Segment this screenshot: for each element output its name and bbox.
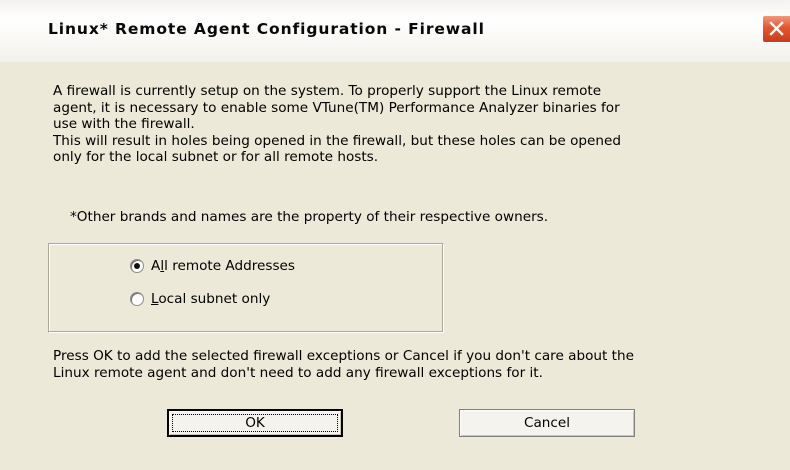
cancel-button[interactable]: Cancel: [459, 409, 635, 437]
radio-all-remote-addresses[interactable]: All remote Addresses: [130, 257, 295, 275]
radio-label-all-remote-addresses: All remote Addresses: [151, 258, 295, 274]
cancel-button-label: Cancel: [523, 415, 571, 431]
instructions-text: Press OK to add the selected firewall ex…: [53, 348, 634, 381]
instructions-line: Press OK to add the selected firewall ex…: [53, 348, 634, 364]
radio-button-checked[interactable]: [130, 259, 144, 273]
title-bar[interactable]: Linux* Remote Agent Configuration - Fire…: [0, 0, 790, 62]
instructions-line: Linux remote agent and don't need to add…: [53, 364, 543, 381]
intro-line: agent, it is necessary to enable some VT…: [53, 99, 620, 116]
ok-button[interactable]: OK: [167, 409, 343, 437]
dialog-body: A firewall is currently setup on the sys…: [0, 62, 790, 470]
radio-local-subnet-only[interactable]: Local subnet only: [130, 290, 270, 308]
mnemonic-l: l: [160, 258, 165, 274]
mnemonic-L: L: [151, 291, 159, 307]
focus-rectangle: [172, 414, 338, 432]
trademark-note: *Other brands and names are the property…: [70, 209, 549, 225]
window-title: Linux* Remote Agent Configuration - Fire…: [48, 20, 485, 38]
intro-text: A firewall is currently setup on the sys…: [53, 83, 621, 166]
intro-line: This will result in holes being opened i…: [53, 132, 622, 149]
intro-line: only for the local subnet or for all rem…: [53, 149, 379, 165]
radio-label-local-subnet-only: Local subnet only: [151, 291, 271, 307]
firewall-dialog: Linux* Remote Agent Configuration - Fire…: [0, 0, 790, 470]
intro-line: A firewall is currently setup on the sys…: [53, 83, 602, 99]
radio-button-unchecked[interactable]: [130, 292, 144, 306]
intro-line: use with the firewall.: [53, 116, 195, 132]
close-button[interactable]: [762, 15, 790, 43]
